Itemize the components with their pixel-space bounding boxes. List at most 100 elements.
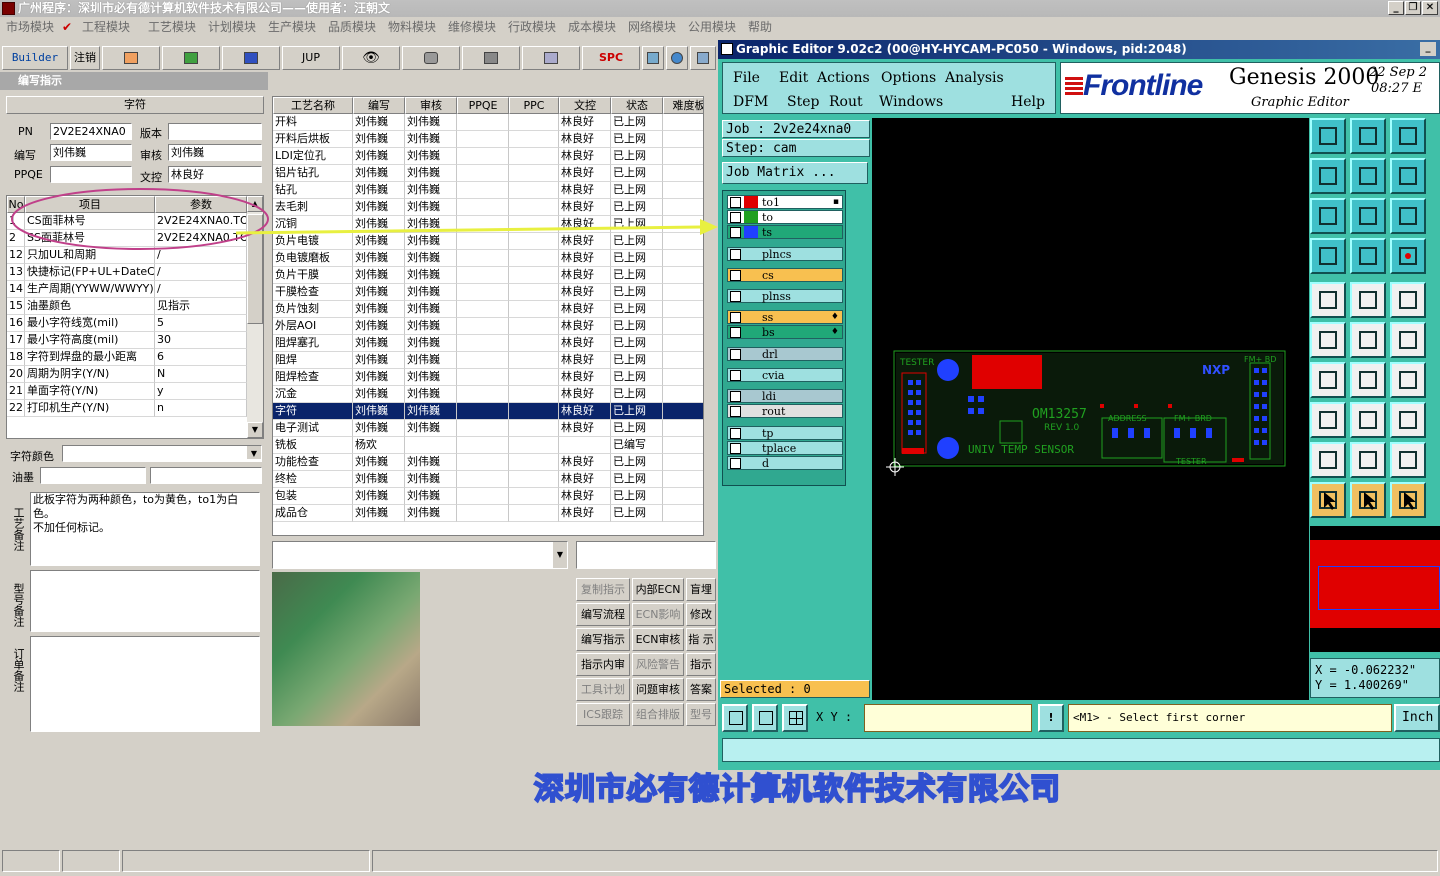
process-row-cell[interactable]: 林良好 [559,114,611,131]
process-row-cell[interactable] [663,131,703,148]
process-row-cell[interactable]: 刘伟巍 [353,386,405,403]
action-button[interactable]: 风险警告 [632,653,684,676]
param-value-cell[interactable]: 见指示 [155,298,247,315]
layer-plnss[interactable]: plnss [727,289,843,303]
process-row-cell[interactable]: 林良好 [559,199,611,216]
process-row-cell[interactable] [457,165,509,182]
undo-icon[interactable] [1390,158,1426,194]
process-row-cell[interactable] [509,454,559,471]
action-button[interactable]: ECN审核 [632,628,684,651]
snap-button[interactable] [752,704,778,732]
process-row-selected-cell[interactable]: 字符 [273,403,353,420]
action-button[interactable]: 工具计划 [576,678,630,701]
ppqe-field[interactable] [50,166,132,183]
layer-checkbox[interactable] [730,428,741,439]
builder-button[interactable]: Builder [2,46,68,70]
process-row-cell[interactable]: 刘伟巍 [353,131,405,148]
print-button[interactable] [522,46,580,70]
menu-analysis[interactable]: Analysis [945,70,1004,86]
process-row-cell[interactable] [509,267,559,284]
process-row-cell[interactable]: 刘伟巍 [405,488,457,505]
process-row-cell[interactable]: LDI定位孔 [273,148,353,165]
process-row-cell[interactable] [509,369,559,386]
param-no-cell[interactable]: 17 [7,332,25,349]
process-row-cell[interactable]: 刘伟巍 [353,318,405,335]
refresh-button[interactable] [642,46,664,70]
process-row-cell[interactable]: 刘伟巍 [405,267,457,284]
process-row-cell[interactable] [509,216,559,233]
view-button[interactable]: 👁 [342,46,400,70]
process-row-cell[interactable]: 林良好 [559,233,611,250]
process-row-cell[interactable]: 刘伟巍 [405,420,457,437]
process-row-selected-cell[interactable]: 已上网 [611,403,663,420]
spc-button[interactable]: SPC [582,46,640,70]
process-row-cell[interactable] [663,250,703,267]
process-row-cell[interactable] [663,488,703,505]
process-row-cell[interactable] [663,437,703,454]
zoom-fit-icon[interactable] [1310,198,1346,234]
param-item-cell[interactable]: 打印机生产(Y/N) [25,400,155,417]
process-row-cell[interactable]: 刘伟巍 [353,148,405,165]
process-row-cell[interactable] [509,471,559,488]
menu-plan[interactable]: 计划模块 [208,17,256,37]
delete-icon[interactable] [1350,118,1386,154]
layer-to1[interactable]: to1 ▪ [727,195,843,209]
process-row-cell[interactable] [509,352,559,369]
param-no-cell[interactable]: 20 [7,366,25,383]
process-row-cell[interactable]: 沉铜 [273,216,353,233]
process-row-cell[interactable]: 干膜检查 [273,284,353,301]
grid-button[interactable] [782,704,808,732]
process-row-cell[interactable] [663,284,703,301]
layer-checkbox[interactable] [730,406,741,417]
process-row-cell[interactable] [457,131,509,148]
process-row-cell[interactable] [663,386,703,403]
search-field-1[interactable]: ▼ [272,541,568,569]
writer-field[interactable]: 刘伟巍 [50,144,132,161]
layer-d[interactable]: d [727,456,843,470]
dropdown-arrow-icon[interactable]: ▼ [553,542,567,568]
layer-checkbox[interactable] [730,270,741,281]
process-row-cell[interactable]: 已上网 [611,131,663,148]
process-row-cell[interactable]: 开料后烘板 [273,131,353,148]
process-row-cell[interactable]: 已上网 [611,505,663,522]
process-row-cell[interactable] [663,182,703,199]
zoom-window-button[interactable] [722,704,748,732]
process-row-cell[interactable]: 林良好 [559,250,611,267]
process-row-cell[interactable] [457,471,509,488]
dropdown-arrow-icon[interactable]: ▼ [247,446,261,459]
process-row-cell[interactable]: 刘伟巍 [405,165,457,182]
process-row-cell[interactable]: 功能检查 [273,454,353,471]
menu-help[interactable]: 帮助 [748,17,772,37]
process-row-cell[interactable]: 已上网 [611,488,663,505]
process-row-cell[interactable]: 刘伟巍 [405,386,457,403]
process-row-cell[interactable]: 林良好 [559,454,611,471]
menu-options[interactable]: Options [881,70,936,86]
layer-cvia[interactable]: cvia [727,368,843,382]
process-row-cell[interactable] [663,369,703,386]
zoom-center-icon[interactable] [1350,198,1386,234]
process-row-cell[interactable]: 刘伟巍 [353,199,405,216]
param-value-cell[interactable]: 6 [155,349,247,366]
col-param[interactable]: 参数 [155,196,247,213]
process-row-cell[interactable]: 已上网 [611,250,663,267]
layer-checkbox[interactable] [730,458,741,469]
param-item-cell[interactable]: SS面菲林号 [25,230,155,247]
layer-checkbox[interactable] [730,197,741,208]
process-row-selected-cell[interactable] [509,403,559,420]
ink-field[interactable] [40,467,146,484]
process-row-cell[interactable]: 已上网 [611,301,663,318]
process-col-header[interactable]: 审核 [405,97,457,114]
process-row-cell[interactable] [457,420,509,437]
process-row-cell[interactable]: 刘伟巍 [405,199,457,216]
resize-icon[interactable] [1350,282,1386,318]
grid-toggle-icon[interactable] [1350,238,1386,274]
process-col-header[interactable]: 工艺名称 [273,97,353,114]
process-row-cell[interactable]: 刘伟巍 [405,114,457,131]
process-row-cell[interactable]: 林良好 [559,420,611,437]
process-row-cell[interactable]: 开料 [273,114,353,131]
action-button[interactable]: 答案 [686,678,716,701]
layer-checkbox[interactable] [730,249,741,260]
web-button[interactable] [666,46,688,70]
ink-field-2[interactable] [150,467,262,484]
process-row-cell[interactable]: 终检 [273,471,353,488]
